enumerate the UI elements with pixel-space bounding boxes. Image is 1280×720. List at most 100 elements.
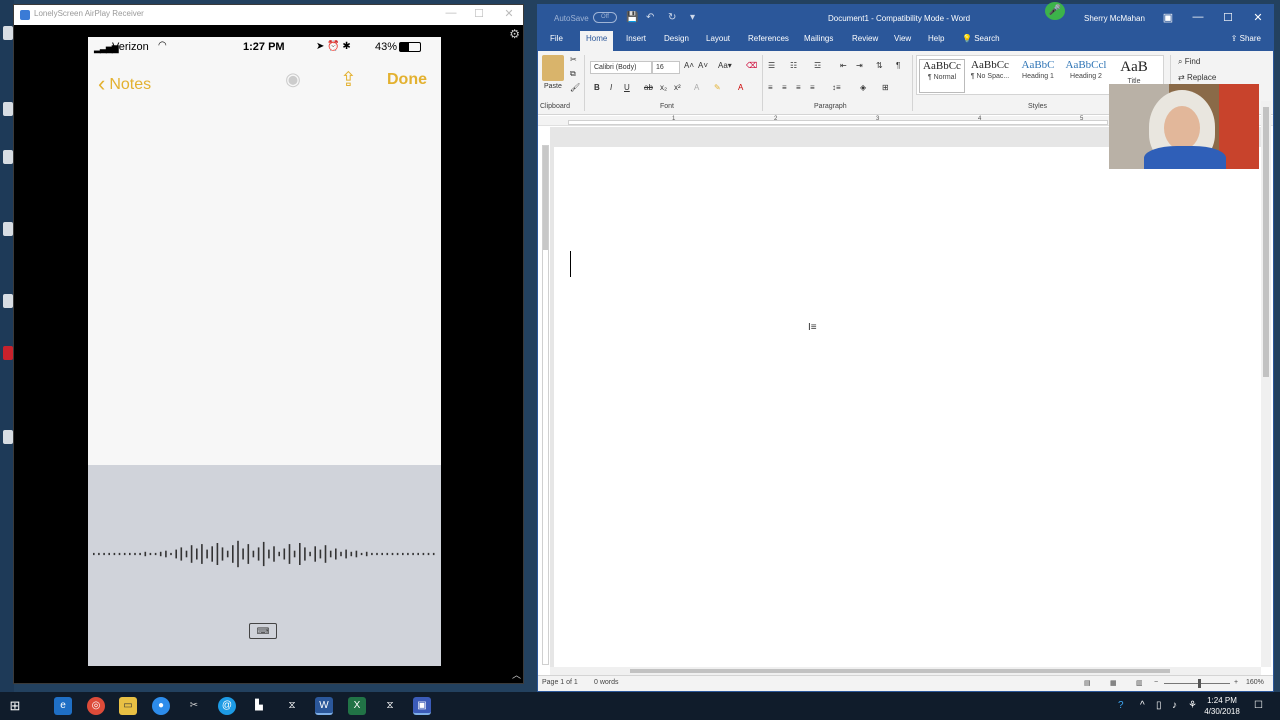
tab-help[interactable]: Help [922,31,950,51]
share-icon[interactable]: ⇪ [340,67,357,92]
show-formatting-icon[interactable]: ¶ [896,61,900,70]
tab-view[interactable]: View [888,31,917,51]
windows-start-icon[interactable]: ⊞ [6,697,24,715]
text-effects-icon[interactable]: A [694,83,699,92]
align-right-icon[interactable]: ≡ [796,83,801,92]
zoom-in-icon[interactable]: + [1234,679,1238,686]
copy-icon[interactable]: ⧉ [570,69,576,79]
desktop-shortcut-icon[interactable] [3,222,13,236]
add-people-icon[interactable]: ◉ [280,69,306,91]
shading-icon[interactable]: ◈ [860,83,866,92]
help-icon[interactable]: ? [1118,700,1124,711]
snipping-tool-icon[interactable]: ✂ [185,697,203,715]
strikethrough-icon[interactable]: ab [644,83,653,92]
back-to-notes-button[interactable]: ‹ Notes [98,69,151,96]
minimize-button[interactable]: — [440,7,462,19]
style-no-spacing[interactable]: AaBbCc ¶ No Spac... [967,59,1013,80]
system-clock[interactable]: 1:24 PM 4/30/2018 [1200,695,1244,717]
maximize-button[interactable]: ☐ [468,7,490,20]
superscript-icon[interactable]: x² [674,83,681,92]
tab-references[interactable]: References [742,31,795,51]
tab-review[interactable]: Review [846,31,884,51]
keyboard-icon[interactable]: ⌨ [249,623,277,639]
tab-home[interactable]: Home [580,31,614,51]
undo-icon[interactable]: ↶ [646,12,654,23]
decrease-indent-icon[interactable]: ⇤ [840,61,847,70]
underline-icon[interactable]: U [624,83,630,92]
minimize-button[interactable]: — [1186,11,1210,23]
style-title[interactable]: AaB Title [1111,59,1157,85]
web-layout-icon[interactable]: ▥ [1136,679,1143,687]
connect-icon[interactable]: ⚘ [1188,700,1197,711]
chevron-up-icon[interactable]: ^ [1140,700,1145,711]
style-heading-1[interactable]: AaBbC Heading 1 [1015,59,1061,80]
scrollbar-thumb[interactable] [1263,107,1269,377]
grow-font-icon[interactable]: A˄ [684,61,694,70]
chevron-up-icon[interactable]: ︿ [512,668,521,681]
zoom-slider[interactable] [1164,683,1230,684]
tab-file[interactable]: File [544,31,569,51]
cut-icon[interactable]: ✂ [570,55,577,64]
sort-icon[interactable]: ⇅ [876,61,883,70]
app-icon[interactable]: ⧖ [381,697,399,715]
clear-formatting-icon[interactable]: ⌫ [746,61,757,70]
align-center-icon[interactable]: ≡ [782,83,787,92]
align-left-icon[interactable]: ≡ [768,83,773,92]
tab-mailings[interactable]: Mailings [798,31,839,51]
close-button[interactable]: ✕ [498,7,520,20]
line-spacing-icon[interactable]: ↕≡ [832,83,841,92]
word-taskbar-icon[interactable]: W [315,697,333,715]
change-case-icon[interactable]: Aa▾ [718,61,732,70]
tab-design[interactable]: Design [658,31,695,51]
excel-taskbar-icon[interactable]: X [348,697,366,715]
italic-icon[interactable]: I [610,83,612,92]
desktop-shortcut-icon[interactable] [3,294,13,308]
style-heading-2[interactable]: AaBbCcl Heading 2 [1063,59,1109,80]
lonelyscreen-taskbar-icon[interactable]: ▣ [413,697,431,715]
zoom-level[interactable]: 160% [1246,679,1264,686]
font-color-icon[interactable]: A [738,83,743,92]
subscript-icon[interactable]: x₂ [660,83,667,92]
document-page[interactable]: I≡ [554,147,1261,667]
document-icon[interactable]: ▙ [250,697,268,715]
customize-qat-icon[interactable]: ▾ [690,12,695,23]
edge-icon[interactable]: e [54,697,72,715]
user-name[interactable]: Sherry McMahan [1084,14,1145,23]
file-explorer-icon[interactable]: ▭ [119,697,137,715]
bullets-icon[interactable]: ☰ [768,61,775,70]
gear-icon[interactable]: ⚙ [509,27,520,41]
multilevel-list-icon[interactable]: ☲ [814,61,821,70]
redo-icon[interactable]: ↻ [668,12,676,23]
paste-label[interactable]: Paste [544,83,562,90]
ribbon-display-options-icon[interactable]: ▣ [1156,11,1180,24]
browser-icon[interactable]: @ [218,697,236,715]
share-button[interactable]: ⇪ Share [1225,31,1267,51]
shrink-font-icon[interactable]: A˅ [698,61,708,70]
highlight-icon[interactable]: ✎ [714,83,721,92]
notification-icon[interactable]: ☐ [1254,700,1263,711]
desktop-shortcut-icon[interactable] [3,150,13,164]
word-count[interactable]: 0 words [594,679,619,686]
page-count[interactable]: Page 1 of 1 [542,679,578,686]
horizontal-scrollbar[interactable] [550,667,1261,675]
font-size-select[interactable]: 16 [652,61,680,74]
close-button[interactable]: ✕ [1246,11,1270,24]
app-icon[interactable]: ⧖ [283,697,301,715]
paste-icon[interactable] [542,55,564,81]
done-button[interactable]: Done [387,71,427,89]
maximize-button[interactable]: ☐ [1216,11,1240,24]
screen-recorder-icon[interactable]: ● [152,697,170,715]
print-layout-icon[interactable]: ▦ [1110,679,1117,687]
format-painter-icon[interactable]: 🖌 [570,83,580,92]
desktop-shortcut-icon[interactable] [3,430,13,444]
desktop-shortcut-icon[interactable] [3,26,13,40]
justify-icon[interactable]: ≡ [810,83,815,92]
vertical-scrollbar[interactable] [1261,101,1271,667]
tab-layout[interactable]: Layout [700,31,736,51]
zoom-slider-thumb[interactable] [1198,679,1201,688]
font-name-select[interactable]: Calibri (Body) [590,61,652,74]
desktop-shortcut-icon[interactable] [3,346,13,360]
network-icon[interactable]: ▯ [1156,700,1162,711]
bold-icon[interactable]: B [594,83,600,92]
tab-insert[interactable]: Insert [620,31,652,51]
